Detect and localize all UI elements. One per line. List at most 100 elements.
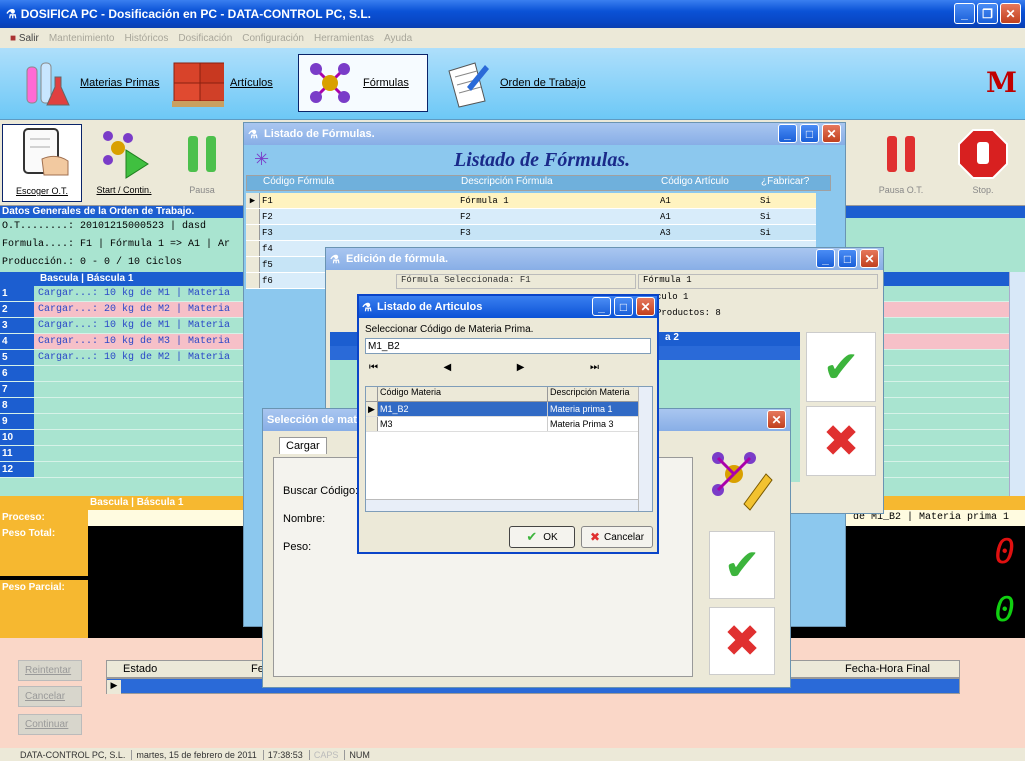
peso-parcial-label: Peso Parcial:: [0, 580, 88, 638]
row-text: [34, 462, 38, 477]
continuar-button[interactable]: Continuar: [18, 714, 82, 735]
row-number: 10: [0, 430, 34, 445]
menu-mantenimiento[interactable]: Mantenimiento: [49, 33, 115, 44]
close-button[interactable]: ✕: [636, 297, 655, 316]
row-text: Cargar...: 10 kg de M1 | Materia: [38, 288, 231, 299]
row-number: 11: [0, 446, 34, 461]
cancelar-button[interactable]: ✖ Cancelar: [581, 526, 653, 548]
cancelar-button[interactable]: Cancelar: [18, 686, 82, 707]
row-number: 3: [0, 318, 34, 333]
prev-record-icon[interactable]: ◀: [444, 362, 452, 373]
menu-historicos[interactable]: Históricos: [124, 33, 168, 44]
cell-articulo: A1: [660, 196, 671, 206]
toolbar-formulas[interactable]: Fórmulas: [298, 54, 428, 112]
formula-row[interactable]: ▶ F1 Fórmula 1 A1 Si: [246, 193, 816, 209]
molecule-icon: [303, 56, 357, 110]
col-estado: Estado: [123, 663, 158, 675]
status-date: martes, 15 de febrero de 2011: [131, 749, 257, 760]
articulo-row[interactable]: ▶ M1_B2 Materia prima 1: [366, 402, 652, 417]
start-button[interactable]: Start / Contin.: [86, 124, 162, 202]
row-text: [34, 430, 38, 445]
row-number: 9: [0, 414, 34, 429]
toolbar-materias-primas[interactable]: Materias Primas: [20, 54, 159, 112]
articulo-row[interactable]: M3 Materia Prima 3: [366, 417, 652, 432]
articulos-hscroll[interactable]: [366, 499, 638, 511]
col-fabricar: ¿Fabricar?: [761, 176, 810, 187]
articulos-vscroll[interactable]: [638, 387, 652, 511]
close-button[interactable]: ✕: [767, 410, 786, 429]
toolbar-articulos[interactable]: Artículos: [170, 54, 273, 112]
stop-button[interactable]: Stop.: [945, 124, 1021, 202]
codigo-materia-input[interactable]: [365, 338, 651, 354]
next-record-icon[interactable]: ▶: [517, 362, 525, 373]
restore-button[interactable]: ❐: [977, 3, 998, 24]
row-text: [34, 398, 38, 413]
row-pointer: ▶: [366, 402, 378, 416]
pausa-ot-button[interactable]: Pausa O.T.: [863, 124, 939, 202]
cell-descripcion: Fórmula 1: [460, 196, 509, 206]
row-text: [34, 366, 38, 381]
escoger-ot-button[interactable]: Escoger O.T.: [2, 124, 82, 202]
listado-formulas-heading-bar: ✳ Listado de Fórmulas.: [244, 145, 845, 175]
menu-dosificacion[interactable]: Dosificación: [178, 33, 232, 44]
formula-row[interactable]: F3 F3 A3 Si: [246, 225, 816, 241]
articulos-grid: Código Materia Descripción Materia ▶ M1_B…: [365, 386, 653, 512]
stop-hand-icon: [958, 129, 1008, 179]
menu-ayuda[interactable]: Ayuda: [384, 33, 412, 44]
peso-total-label: Peso Total:: [0, 526, 88, 576]
close-button[interactable]: ✕: [1000, 3, 1021, 24]
reintentar-button[interactable]: Reintentar: [18, 660, 82, 681]
bascula-scrollbar[interactable]: [1009, 272, 1025, 496]
control-panel-left: Escoger O.T. Start / Contin. Pausa: [0, 120, 245, 206]
status-time: 17:38:53: [262, 749, 303, 760]
menu-configuracion[interactable]: Configuración: [242, 33, 304, 44]
col-descripcion-formula: Descripción Fórmula: [461, 176, 553, 187]
x-icon: ✖: [589, 530, 601, 544]
formula-name: Fórmula 1: [638, 274, 878, 289]
minimize-button[interactable]: _: [778, 124, 797, 143]
menu-herramientas[interactable]: Herramientas: [314, 33, 374, 44]
cell-fabricar: Si: [760, 196, 771, 206]
tab-cargar[interactable]: Cargar: [279, 437, 327, 454]
cell-fabricar: Si: [760, 228, 771, 238]
row-pointer-icon: ▶: [107, 680, 121, 694]
pause-red-icon: [887, 136, 915, 172]
menu-bar: ■ Salir Mantenimiento Históricos Dosific…: [0, 28, 1025, 48]
col-codigo-formula: Código Fórmula: [263, 176, 335, 187]
cancel-x-icon[interactable]: ✖: [709, 607, 775, 675]
cell-codigo-materia: M1_B2: [378, 402, 548, 416]
col-descripcion-materia: Descripción Materia: [550, 387, 630, 397]
maximize-button[interactable]: □: [614, 297, 633, 316]
col-codigo-articulo: Código Artículo: [661, 176, 729, 187]
row-text: Cargar...: 10 kg de M3 | Materia: [38, 336, 231, 347]
minimize-button[interactable]: _: [816, 249, 835, 268]
peso-total-digit: 0: [994, 532, 1015, 572]
window-icon: ⚗: [330, 253, 340, 266]
last-record-icon[interactable]: ⏭: [590, 362, 599, 373]
cell-articulo: A1: [660, 212, 671, 222]
peso-label: Peso:: [283, 541, 312, 553]
flask-icon: [20, 56, 74, 110]
row-pointer: ▶: [246, 193, 260, 208]
minimize-button[interactable]: _: [954, 3, 975, 24]
menu-salir[interactable]: ■ Salir: [10, 33, 39, 44]
close-button[interactable]: ✕: [822, 124, 841, 143]
cell-codigo: F2: [262, 212, 273, 222]
accept-check-icon[interactable]: ✔: [806, 332, 876, 402]
cancel-x-icon[interactable]: ✖: [806, 406, 876, 476]
first-record-icon[interactable]: ⏮: [369, 362, 378, 373]
cell-descripcion: F3: [460, 228, 471, 238]
app-title: DOSIFICA PC - Dosificación en PC - DATA-…: [20, 7, 372, 21]
toolbar-orden-trabajo[interactable]: Orden de Trabajo: [440, 54, 586, 112]
maximize-button[interactable]: □: [838, 249, 857, 268]
row-pointer: [366, 417, 378, 431]
maximize-button[interactable]: □: [800, 124, 819, 143]
minimize-button[interactable]: _: [592, 297, 611, 316]
close-button[interactable]: ✕: [860, 249, 879, 268]
pausa-button[interactable]: Pausa: [164, 124, 240, 202]
formula-row[interactable]: F2 F2 A1 Si: [246, 209, 816, 225]
accept-check-icon[interactable]: ✔: [709, 531, 775, 599]
row-pointer: [246, 241, 260, 256]
ok-button[interactable]: ✔ OK: [509, 526, 575, 548]
row-number: 4: [0, 334, 34, 349]
